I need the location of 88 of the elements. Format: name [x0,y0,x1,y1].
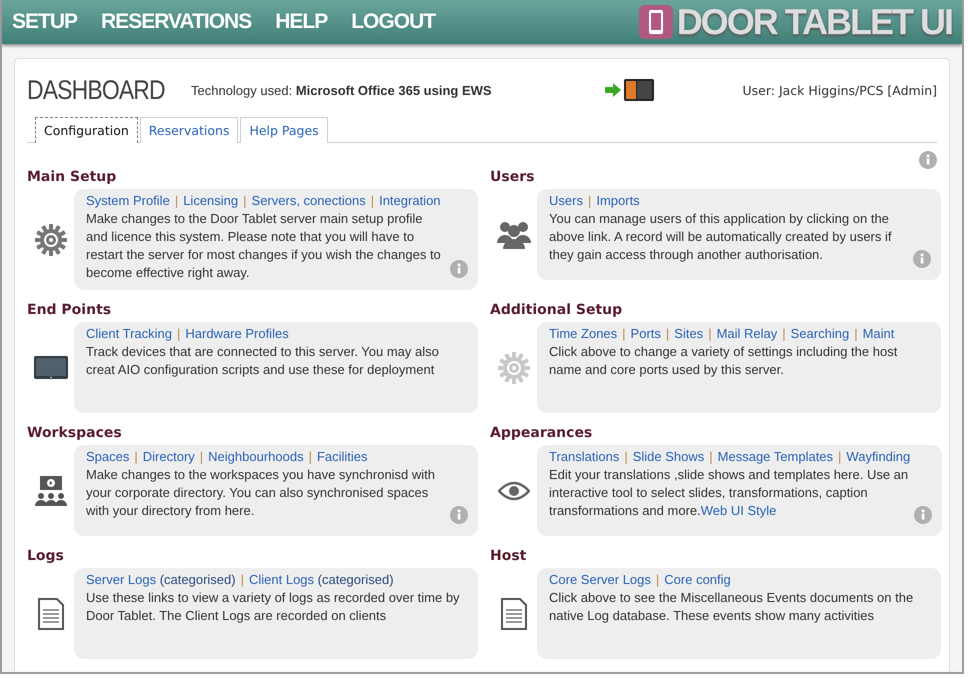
section-title: Users [490,169,536,185]
page-title: DASHBOARD [27,74,166,106]
section-link[interactable]: Server Logs (categorised) [86,572,236,587]
separator: | [656,572,660,587]
nav-link[interactable]: SETUP [12,10,78,34]
section-description: Edit your translations ,slide shows and templates here. Use an interactive tool to select slides, transformations, caption transformations and more.Web UI Style [549,466,910,520]
separator: | [622,326,626,341]
section-link[interactable]: Integration [379,193,441,208]
section-link[interactable]: Translations [549,449,620,464]
info-icon[interactable] [913,250,931,268]
section-link[interactable]: Message Templates [718,449,834,464]
section-link[interactable]: Spaces [86,449,130,464]
separator: | [624,449,628,464]
info-icon[interactable] [919,151,937,169]
info-icon[interactable] [450,260,468,278]
separator: | [782,326,786,341]
section-link[interactable]: Imports [596,193,640,208]
section-link[interactable]: Neighbourhoods [208,449,304,464]
section-title: Workspaces [27,425,123,441]
separator: | [174,193,178,208]
section-link[interactable]: Ports [630,326,661,341]
section-title: Logs [27,548,65,564]
tab[interactable]: Reservations [140,117,238,143]
section-link[interactable]: Core Server Logs [549,572,651,587]
section-link[interactable]: Core config [664,572,731,587]
section-title: Additional Setup [490,302,624,318]
separator: | [708,326,712,341]
separator: | [370,193,374,208]
section-description: Make changes to the workspaces you have synchronisd with your corporate directory. You can also synchronised spaces with your directory from here. [86,466,436,520]
nav-link[interactable]: RESERVATIONS [101,10,252,34]
tab[interactable]: Help Pages [240,117,328,143]
tab[interactable]: Configuration [35,117,138,143]
separator: | [200,449,204,464]
separator: | [243,193,247,208]
section-link[interactable]: Slide Shows [632,449,704,464]
section-link[interactable]: Users [549,193,583,208]
section-link[interactable]: Maint [862,326,894,341]
section-description: You can manage users of this application by clicking on the above link. A record will be automatically created by users if they gain access through another authorisation. [549,210,893,264]
section-title: End Points [27,302,112,318]
tablet-icon [34,356,68,380]
separator: | [176,326,180,341]
nav-link[interactable]: HELP [275,10,328,34]
nav-link[interactable]: LOGOUT [351,10,436,34]
gear-icon [496,350,530,384]
arrow-icon [605,83,621,97]
users-icon [496,220,530,248]
section-description: Make changes to the Door Tablet server main setup profile and licence this system. Please note that you will have to restart the server for most changes if you wish the changes to become effective right away. [86,210,442,282]
technology-text: Technology used: Microsoft Office 365 using EWS [191,82,493,98]
section-description: Track devices that are connected to this server. You may also creat AIO configuration scripts and use these for deployment [86,343,440,379]
section-description: Click above to change a variety of settings including the host name and core ports used by this server. [549,343,898,379]
document-icon [38,598,64,630]
separator: | [588,193,592,208]
separator: | [666,326,670,341]
separator: | [308,449,312,464]
section-link[interactable]: System Profile [86,193,170,208]
section-link[interactable]: Searching [790,326,850,341]
separator: | [838,449,842,464]
section-description: Click above to see the Miscellaneous Events documents on the native Log database. These events show many activities [549,589,914,625]
tablet-icon [624,79,654,101]
separator: | [854,326,858,341]
separator: | [709,449,713,464]
eye-icon [498,480,530,500]
section-description: Use these links to view a variety of logs as recorded over time by Door Tablet. The Client Logs are recorded on clients [86,589,461,625]
gear-icon [34,222,68,256]
section-title: Appearances [490,425,594,441]
user-text: User: Jack Higgins/PCS [Admin] [742,82,937,98]
section-link[interactable]: Client Logs (categorised) [248,572,394,587]
section-link[interactable]: Time Zones [549,326,618,341]
section-link[interactable]: Licensing [183,193,238,208]
section-link[interactable]: Client Tracking [86,326,172,341]
section-link[interactable]: Directory [142,449,195,464]
info-icon[interactable] [914,506,932,524]
separator: | [240,572,244,587]
logo-text: DOOR TABLET UI [676,1,952,43]
inline-link[interactable]: Web UI Style [700,503,776,518]
section-link[interactable]: Facilities [316,449,368,464]
section-title: Host [490,548,528,564]
section-title: Main Setup [27,169,118,185]
section-link[interactable]: Mail Relay [716,326,778,341]
tablet-logo-icon [638,5,673,39]
document-icon [500,598,526,630]
presentation-audience-icon [34,474,68,508]
section-link[interactable]: Wayfinding [846,449,910,464]
section-link[interactable]: Hardware Profiles [185,326,289,341]
separator: | [134,449,138,464]
section-link[interactable]: Sites [674,326,704,341]
section-link[interactable]: Servers, conections [252,193,366,208]
info-icon[interactable] [450,506,468,524]
